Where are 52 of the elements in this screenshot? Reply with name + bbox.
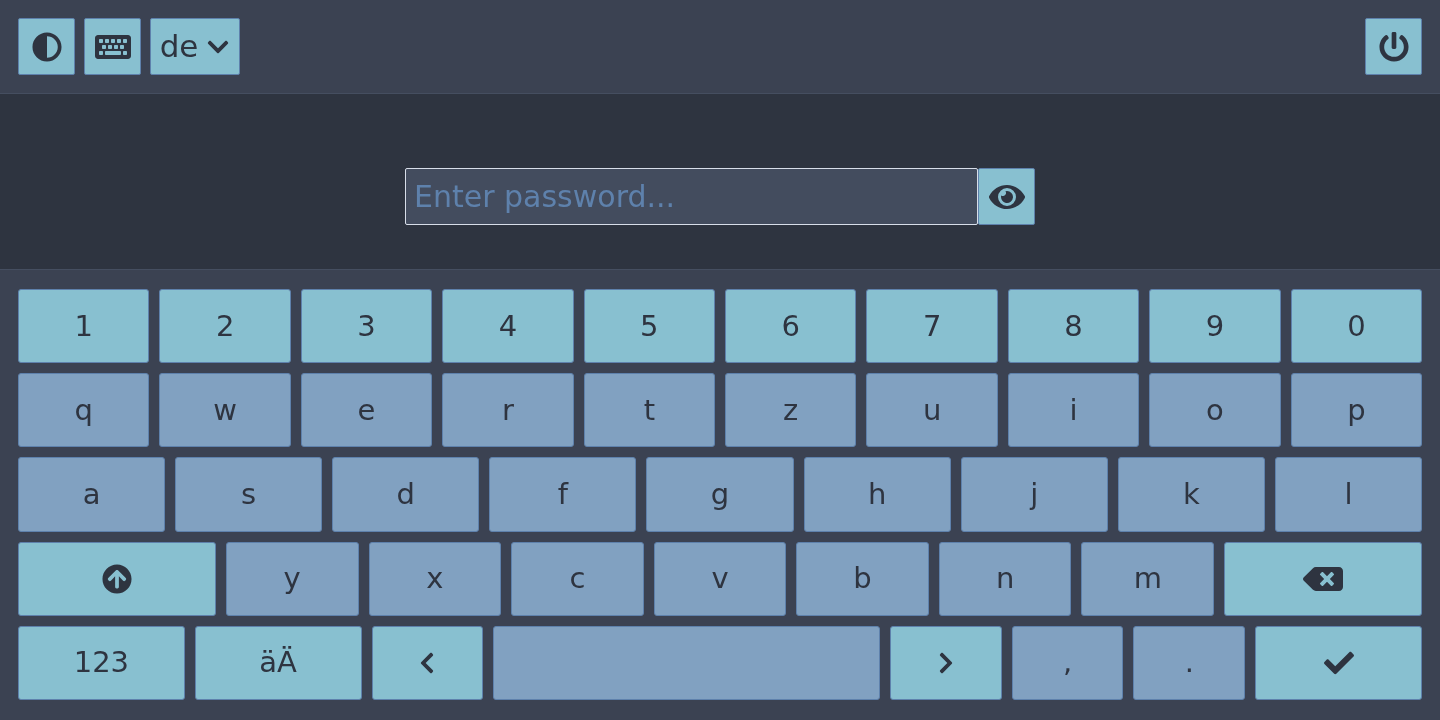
punctuation-key[interactable]: . xyxy=(1133,625,1246,700)
letter-key[interactable]: e xyxy=(300,373,433,448)
language-dropdown[interactable]: de xyxy=(150,18,240,75)
digit-key[interactable]: 6 xyxy=(725,289,857,364)
letter-key[interactable]: j xyxy=(960,457,1108,532)
digit-key[interactable]: 8 xyxy=(1007,289,1140,364)
letter-key[interactable]: z xyxy=(725,373,857,448)
letter-key[interactable]: r xyxy=(442,373,574,448)
letter-key[interactable]: x xyxy=(368,541,502,616)
shift-key[interactable] xyxy=(18,541,216,616)
letter-key[interactable]: v xyxy=(653,541,787,616)
backspace-key[interactable] xyxy=(1224,541,1422,616)
mode-key[interactable]: 123 xyxy=(18,625,185,700)
right-key[interactable] xyxy=(889,625,1002,700)
enter-key[interactable] xyxy=(1255,625,1422,700)
password-field[interactable]: Enter password... xyxy=(405,168,978,225)
letter-key[interactable]: p xyxy=(1290,373,1423,448)
letter-key[interactable]: g xyxy=(646,457,794,532)
left-key[interactable] xyxy=(371,625,484,700)
letter-key[interactable]: l xyxy=(1274,457,1422,532)
power-icon xyxy=(1378,31,1409,62)
contrast-button[interactable] xyxy=(18,18,75,75)
letter-key[interactable]: u xyxy=(866,373,998,448)
letter-key[interactable]: d xyxy=(332,457,480,532)
letter-key[interactable]: k xyxy=(1117,457,1265,532)
letter-key[interactable]: h xyxy=(803,457,951,532)
digit-key[interactable]: 0 xyxy=(1290,289,1423,364)
letter-key[interactable]: y xyxy=(225,541,359,616)
digit-key[interactable]: 7 xyxy=(866,289,998,364)
letter-key[interactable]: m xyxy=(1081,541,1215,616)
show-password-button[interactable] xyxy=(978,168,1035,225)
digit-key[interactable]: 3 xyxy=(300,289,433,364)
letter-key[interactable]: t xyxy=(583,373,716,448)
keyboard-button[interactable] xyxy=(84,18,141,75)
letter-key[interactable]: s xyxy=(175,457,323,532)
digit-key[interactable]: 5 xyxy=(583,289,716,364)
letter-key[interactable]: c xyxy=(511,541,644,616)
punctuation-key[interactable]: , xyxy=(1011,625,1124,700)
digit-key[interactable]: 9 xyxy=(1149,289,1281,364)
letter-key[interactable]: q xyxy=(18,373,150,448)
letter-key[interactable]: o xyxy=(1149,373,1281,448)
digit-key[interactable]: 4 xyxy=(442,289,574,364)
digit-key[interactable]: 1 xyxy=(18,289,150,364)
letter-key[interactable]: w xyxy=(159,373,291,448)
letter-key[interactable]: b xyxy=(796,541,929,616)
power-button[interactable] xyxy=(1365,18,1422,75)
letter-key[interactable]: n xyxy=(938,541,1072,616)
letter-key[interactable]: f xyxy=(489,457,637,532)
letter-key[interactable]: a xyxy=(18,457,166,532)
letter-key[interactable]: i xyxy=(1007,373,1140,448)
mode-key[interactable]: äÄ xyxy=(194,625,362,700)
digit-key[interactable]: 2 xyxy=(159,289,291,364)
